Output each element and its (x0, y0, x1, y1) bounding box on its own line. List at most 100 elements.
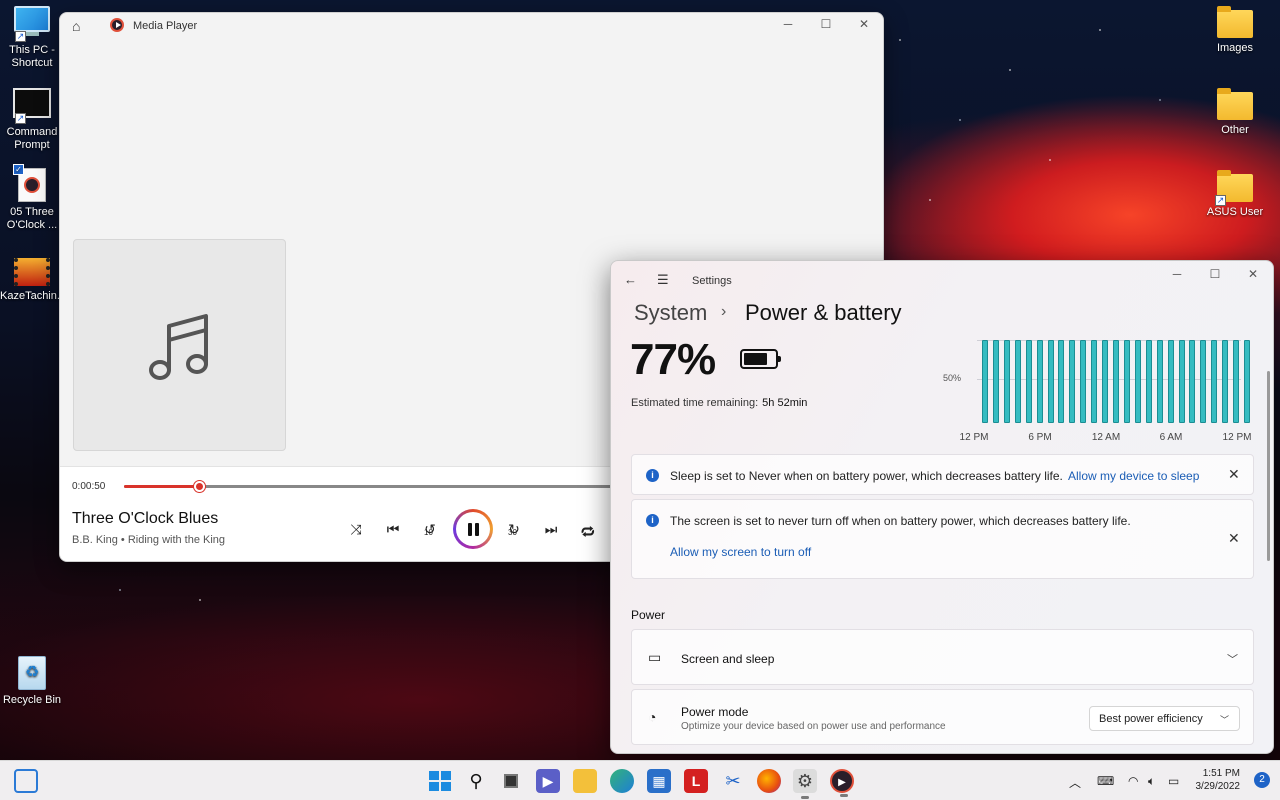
start-button[interactable] (427, 769, 451, 793)
desktop-icon-images-folder[interactable]: Images (1203, 6, 1267, 55)
checkbox-icon: ✓ (13, 164, 24, 175)
chart-bar (1222, 340, 1229, 423)
desktop-icon-media-file[interactable]: ✓ 05 Three O'Clock ... (0, 164, 64, 232)
scrollbar[interactable] (1267, 371, 1270, 561)
media-player-titlebar: ⌂ Media Player ─ ☐ ✕ (60, 13, 883, 39)
chart-bar (1244, 340, 1250, 423)
power-mode-dropdown[interactable]: Best power efficiency ﹀ (1089, 706, 1240, 731)
pause-icon (456, 512, 490, 546)
file-explorer-icon[interactable] (573, 769, 597, 793)
close-button[interactable]: ✕ (854, 17, 874, 31)
desktop-icon-command-prompt[interactable]: ↗ Command Prompt (0, 88, 64, 152)
chart-bar (1014, 340, 1021, 423)
media-player-taskbar-icon[interactable]: ▶ (830, 769, 854, 797)
allow-sleep-link[interactable]: Allow my device to sleep (1068, 469, 1199, 483)
window-title: Settings (692, 275, 732, 287)
clock-time: 1:51 PM (1202, 768, 1240, 779)
folder-icon (1217, 6, 1253, 38)
sleep-warning-banner: i Sleep is set to Never when on battery … (631, 454, 1254, 495)
tray-overflow-chevron-icon[interactable]: ︿ (1069, 774, 1081, 791)
desktop-icon-asus-user-folder[interactable]: ↗ ASUS User (1203, 170, 1267, 219)
monitor-icon: ↗ (13, 6, 51, 42)
desktop-icon-recycle-bin[interactable]: ♻ Recycle Bin (0, 656, 64, 707)
terminal-icon: ↗ (13, 88, 51, 124)
maximize-button[interactable]: ☐ (816, 17, 836, 31)
screen-warning-text: The screen is set to never turn off when… (670, 514, 1131, 528)
store-icon[interactable]: ▦ (647, 769, 671, 793)
folder-icon: ↗ (1215, 170, 1253, 206)
settings-gear-icon[interactable]: ⚙ (793, 769, 817, 799)
edge-browser-icon[interactable] (610, 769, 634, 793)
power-mode-gauge-icon: ◔ (648, 709, 657, 725)
media-player-logo-icon (110, 18, 124, 32)
chart-bar (1178, 340, 1185, 423)
chart-bar (1200, 340, 1207, 423)
volume-icon[interactable]: 🔈︎ (1148, 774, 1155, 789)
firefox-icon[interactable] (757, 769, 781, 793)
chart-bar (1091, 340, 1098, 423)
windows-logo-icon (429, 771, 451, 791)
close-button[interactable]: ✕ (1243, 267, 1263, 281)
chart-bar (1145, 340, 1152, 423)
seek-slider[interactable] (124, 481, 624, 492)
chart-bar (1167, 340, 1174, 423)
chart-bar (982, 340, 988, 423)
desktop-icon-other-folder[interactable]: Other (1203, 88, 1267, 137)
screen-sleep-icon: ▭ (648, 649, 662, 665)
minimize-button[interactable]: ─ (1167, 267, 1187, 281)
dismiss-sleep-warning-button[interactable]: ✕ (1228, 466, 1240, 483)
snipping-tool-icon[interactable]: ✂ (721, 769, 745, 793)
chart-bar (1156, 340, 1163, 423)
back-arrow-icon[interactable]: ← (624, 272, 637, 287)
info-icon: i (646, 469, 659, 482)
power-mode-label: Power mode (681, 705, 749, 719)
battery-icon (740, 349, 781, 369)
chart-bar (1123, 340, 1130, 423)
power-mode-description: Optimize your device based on power use … (681, 721, 946, 732)
teams-chat-icon[interactable]: ▶ (536, 769, 560, 793)
minimize-button[interactable]: ─ (778, 17, 798, 31)
window-title: Media Player (133, 20, 198, 32)
next-track-icon[interactable]: ⏭ (539, 521, 563, 538)
media-file-icon: ✓ (13, 164, 51, 202)
chart-bar (1080, 340, 1087, 423)
estimated-time-label: Estimated time remaining: (631, 397, 759, 409)
screen-and-sleep-card[interactable]: ▭ Screen and sleep ﹀ (631, 629, 1254, 685)
lastpass-icon[interactable]: L (684, 769, 708, 793)
repeat-icon[interactable]: 🔁︎ (576, 521, 600, 542)
maximize-button[interactable]: ☐ (1205, 267, 1225, 281)
skip-forward-icon[interactable]: ↻ 30 (502, 521, 526, 538)
pause-button[interactable] (453, 509, 493, 549)
widgets-icon[interactable] (14, 769, 38, 793)
notification-badge[interactable]: 2 (1254, 772, 1270, 788)
desktop-icon-video-file[interactable]: KazeTachin... (0, 258, 66, 303)
battery-tray-icon[interactable]: ▭ (1168, 774, 1179, 788)
desktop-icon-this-pc[interactable]: ↗ This PC - Shortcut (0, 6, 64, 70)
dismiss-screen-warning-button[interactable]: ✕ (1228, 530, 1240, 547)
chart-y-tick-label: 50% (943, 373, 962, 383)
chart-bar (1189, 340, 1196, 423)
chart-bar (1113, 340, 1119, 423)
shuffle-icon[interactable]: ⤨ (344, 521, 368, 538)
task-view-icon[interactable] (499, 769, 523, 793)
track-title: Three O'Clock Blues (72, 510, 219, 527)
chevron-down-icon: ﹀ (1219, 715, 1229, 725)
keyboard-icon[interactable]: ⌨ (1097, 774, 1114, 788)
seek-thumb[interactable] (194, 481, 205, 492)
clock[interactable]: 1:51 PM 3/29/2022 (1196, 767, 1241, 793)
breadcrumb-system[interactable]: System (634, 300, 707, 326)
chart-bar (992, 340, 999, 423)
search-icon[interactable]: ⚲ (464, 769, 488, 793)
home-icon[interactable]: ⌂ (72, 18, 80, 34)
hamburger-menu-icon[interactable]: ☰ (657, 272, 669, 288)
allow-screen-off-link[interactable]: Allow my screen to turn off (670, 545, 811, 559)
breadcrumb-separator: › (721, 303, 727, 320)
desktop-icon-label: Other (1221, 124, 1249, 136)
previous-track-icon[interactable]: ⏮ (381, 521, 405, 538)
power-mode-card: ◔ Power mode Optimize your device based … (631, 689, 1254, 745)
power-mode-selected-value: Best power efficiency (1099, 713, 1203, 725)
chart-bar (1233, 340, 1240, 423)
skip-back-icon[interactable]: ↺ 10 (418, 521, 442, 538)
desktop-icon-label: ASUS User (1206, 206, 1264, 218)
wifi-icon[interactable]: ◠ (1128, 774, 1138, 788)
